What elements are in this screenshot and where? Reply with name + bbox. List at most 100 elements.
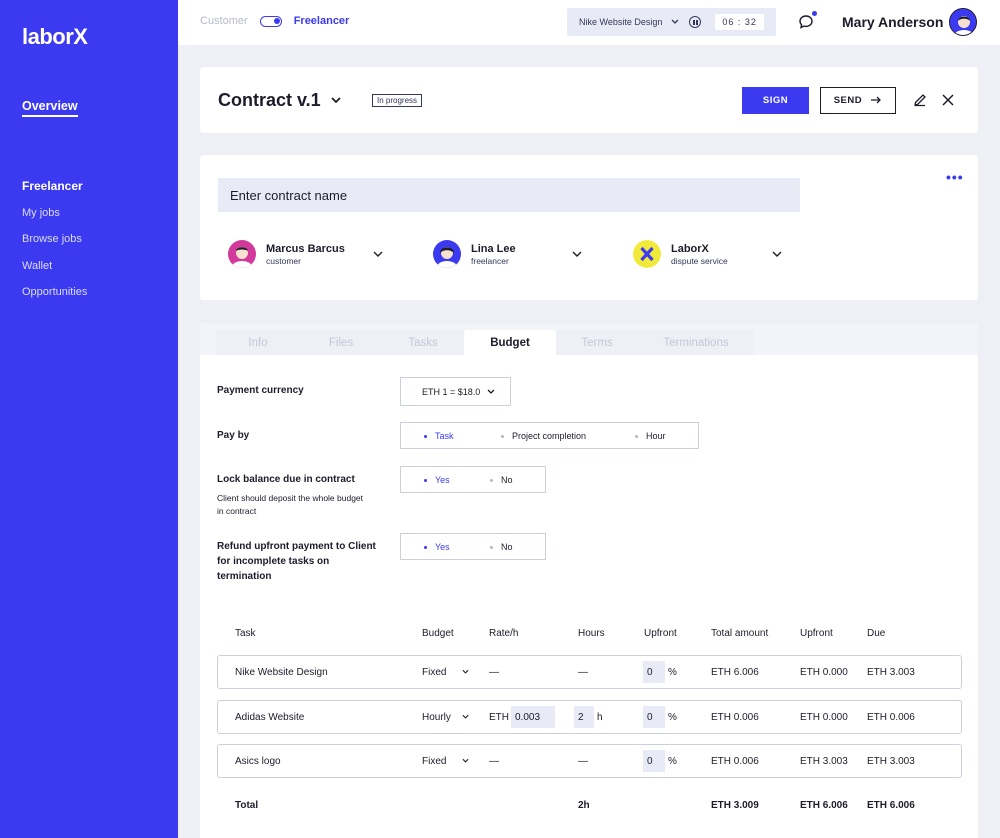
tab-files[interactable]: Files	[300, 330, 382, 355]
percent-sign: %	[668, 667, 677, 678]
budget-type-select[interactable]: Fixed	[422, 667, 446, 678]
pay-by-task-option[interactable]: Task	[424, 431, 454, 441]
role-toggle-switch[interactable]	[259, 15, 282, 27]
budget-type-select[interactable]: Hourly	[422, 712, 451, 723]
budget-type-select[interactable]: Fixed	[422, 756, 446, 767]
pay-by-project-option[interactable]: Project completion	[501, 431, 586, 441]
chevron-down-icon[interactable]	[462, 714, 469, 720]
chevron-down-icon[interactable]	[772, 250, 782, 258]
tab-terminations[interactable]: Terminations	[638, 330, 754, 355]
rate-value: —	[489, 756, 499, 767]
lock-yes-option[interactable]: Yes	[424, 475, 450, 485]
option-label: Task	[435, 431, 454, 441]
edit-icon[interactable]	[912, 92, 928, 108]
hours-value: —	[578, 667, 588, 678]
contract-version-select[interactable]: Contract v.1	[218, 90, 341, 111]
contract-header-card: Contract v.1 In progress SIGN SEND	[200, 67, 978, 133]
chat-icon[interactable]	[798, 14, 814, 30]
lock-balance-label: Lock balance due in contract	[217, 474, 355, 485]
chevron-down-icon[interactable]	[462, 669, 469, 675]
pay-by-label: Pay by	[217, 430, 250, 441]
table-row: Nike Website Design Fixed — — 0 % ETH 6.…	[217, 655, 962, 689]
chevron-down-icon[interactable]	[373, 250, 383, 258]
rate-currency: ETH	[489, 712, 509, 723]
lock-no-option[interactable]: No	[490, 475, 513, 485]
column-header-rate: Rate/h	[489, 628, 519, 639]
chevron-down-icon[interactable]	[462, 758, 469, 764]
party-customer[interactable]: Marcus Barcus customer	[228, 240, 345, 268]
chevron-down-icon[interactable]	[331, 95, 341, 107]
toggle-freelancer-label[interactable]: Freelancer	[294, 15, 350, 27]
party-role: dispute service	[671, 255, 728, 266]
more-options-icon[interactable]: •••	[946, 169, 964, 185]
upfront-amount: ETH 3.003	[800, 756, 848, 767]
upfront-input[interactable]: 0	[643, 750, 665, 772]
rate-input[interactable]: 0.003	[511, 706, 555, 728]
sidebar-item-overview[interactable]: Overview	[22, 99, 78, 117]
sidebar-item-wallet[interactable]: Wallet	[22, 260, 52, 272]
total-amount: ETH 0.006	[711, 712, 759, 723]
tab-budget[interactable]: Budget	[464, 330, 556, 355]
tab-info[interactable]: Info	[216, 330, 300, 355]
pay-by-hour-option[interactable]: Hour	[635, 431, 666, 441]
toggle-customer-label[interactable]: Customer	[200, 15, 248, 27]
pay-by-radio-group: Task Project completion Hour	[400, 422, 699, 449]
total-amount-sum: ETH 3.009	[711, 800, 759, 811]
payment-currency-label: Payment currency	[217, 385, 304, 396]
total-upfront-sum: ETH 6.006	[800, 800, 848, 811]
close-icon[interactable]	[940, 92, 956, 108]
sign-button[interactable]: SIGN	[742, 87, 809, 114]
chevron-down-icon[interactable]	[671, 17, 679, 27]
total-amount: ETH 6.006	[711, 667, 759, 678]
refund-no-option[interactable]: No	[490, 542, 513, 552]
radio-dot	[501, 434, 504, 438]
lock-balance-radio-group: Yes No	[400, 466, 546, 493]
timer-project-select[interactable]: Nike Website Design	[579, 17, 662, 27]
user-avatar[interactable]	[949, 8, 977, 36]
rate-value: —	[489, 667, 499, 678]
currency-select[interactable]: ETH 1 = $18.0	[400, 377, 511, 406]
refund-yes-option[interactable]: Yes	[424, 542, 450, 552]
hours-unit: h	[597, 712, 603, 723]
upfront-input[interactable]: 0	[643, 706, 665, 728]
pause-icon[interactable]	[689, 16, 702, 28]
app-logo[interactable]: laborX	[22, 24, 88, 50]
radio-dot	[424, 434, 427, 438]
chevron-down-icon[interactable]	[572, 250, 582, 258]
tab-terms[interactable]: Terms	[556, 330, 638, 355]
party-freelancer[interactable]: Lina Lee freelancer	[433, 240, 516, 268]
arrow-right-icon	[871, 97, 882, 104]
time-tracker: Nike Website Design 06 : 32	[567, 8, 776, 36]
table-row: Adidas Website Hourly ETH 0.003 2 h 0 % …	[217, 700, 962, 734]
percent-sign: %	[668, 756, 677, 767]
sidebar-item-opportunities[interactable]: Opportunities	[22, 286, 87, 298]
user-name[interactable]: Mary Anderson	[842, 14, 943, 30]
role-toggle: Customer Freelancer	[200, 15, 349, 27]
sidebar-item-my-jobs[interactable]: My jobs	[22, 207, 60, 219]
sidebar-item-browse-jobs[interactable]: Browse jobs	[22, 233, 82, 245]
radio-dot	[635, 434, 638, 438]
party-dispute-service[interactable]: LaborX dispute service	[633, 240, 728, 268]
task-name: Asics logo	[235, 756, 281, 767]
chevron-down-icon	[487, 389, 495, 394]
due-amount: ETH 3.003	[867, 756, 915, 767]
send-button[interactable]: SEND	[820, 87, 896, 114]
percent-sign: %	[668, 712, 677, 723]
tabs-bar: Info Files Tasks Budget Terms Terminatio…	[200, 323, 978, 355]
refund-radio-group: Yes No	[400, 533, 546, 560]
hours-input[interactable]: 2	[574, 706, 594, 728]
contract-title: Contract v.1	[218, 90, 321, 110]
total-hours: 2h	[578, 800, 590, 811]
table-row: Asics logo Fixed — — 0 % ETH 0.006 ETH 3…	[217, 744, 962, 778]
lock-balance-hint: Client should deposit the whole budget i…	[217, 493, 364, 516]
upfront-input[interactable]: 0	[643, 661, 665, 683]
contract-name-input[interactable]	[218, 178, 800, 212]
due-amount: ETH 0.006	[867, 712, 915, 723]
status-badge: In progress	[372, 94, 423, 107]
contract-parties-card: ••• Marcus Barcus customer Lin	[200, 155, 978, 300]
task-name: Nike Website Design	[235, 667, 328, 678]
tab-tasks[interactable]: Tasks	[382, 330, 464, 355]
column-header-task: Task	[235, 628, 256, 639]
upfront-amount: ETH 0.000	[800, 667, 848, 678]
total-due-sum: ETH 6.006	[867, 800, 915, 811]
